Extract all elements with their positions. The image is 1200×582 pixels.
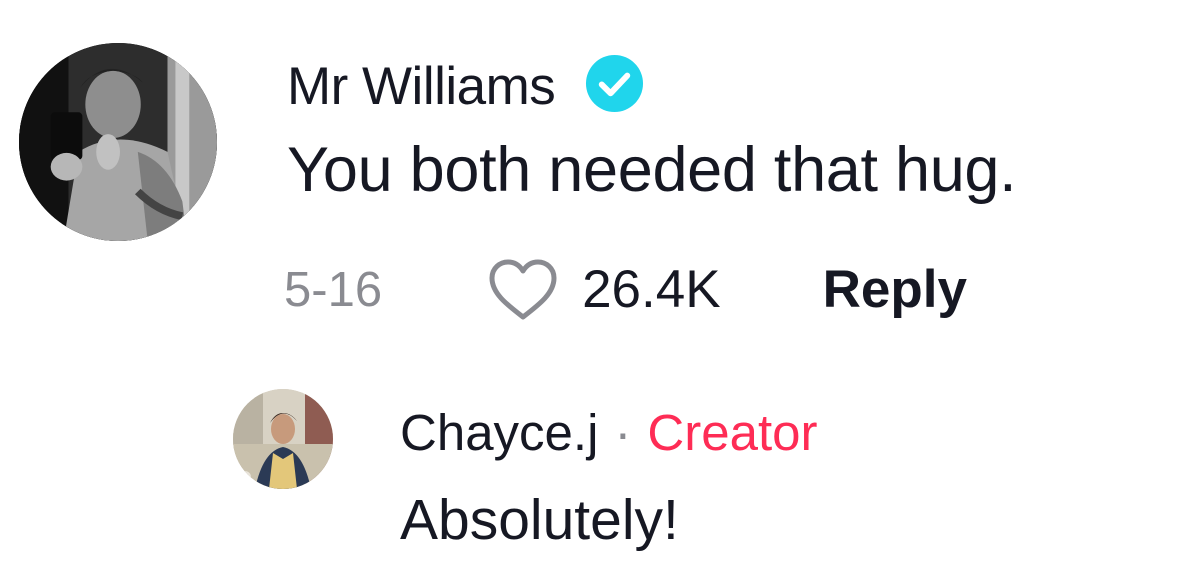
reply-header: Chayce.j · Creator — [400, 398, 1180, 468]
comment-thread: Mr Williams You both needed that hug. 5-… — [0, 0, 1200, 582]
verified-check-icon — [585, 54, 644, 113]
reply-button[interactable]: Reply — [823, 252, 967, 328]
comment-content: Mr Williams You both needed that hug. — [287, 52, 1167, 210]
separator-dot: · — [614, 404, 632, 461]
comment-header: Mr Williams — [287, 52, 1167, 122]
avatar[interactable] — [19, 43, 217, 241]
heart-icon[interactable] — [486, 257, 560, 323]
creator-badge: Creator — [647, 404, 818, 461]
reply-text: Absolutely! — [400, 488, 679, 552]
like-count: 26.4K — [582, 260, 721, 319]
reply-avatar[interactable] — [233, 389, 333, 489]
avatar-photo — [19, 43, 217, 241]
reply-avatar-photo — [233, 389, 333, 489]
comment-username[interactable]: Mr Williams — [287, 52, 556, 122]
reply-content: Chayce.j · Creator Absolutely! — [400, 398, 1180, 560]
comment-date: 5-16 — [284, 263, 383, 317]
like-button[interactable]: 26.4K — [486, 252, 721, 328]
comment-text: You both needed that hug. — [287, 135, 1017, 205]
comment-actions: 5-16 26.4K Reply — [284, 252, 967, 328]
reply-username[interactable]: Chayce.j — [400, 398, 598, 468]
